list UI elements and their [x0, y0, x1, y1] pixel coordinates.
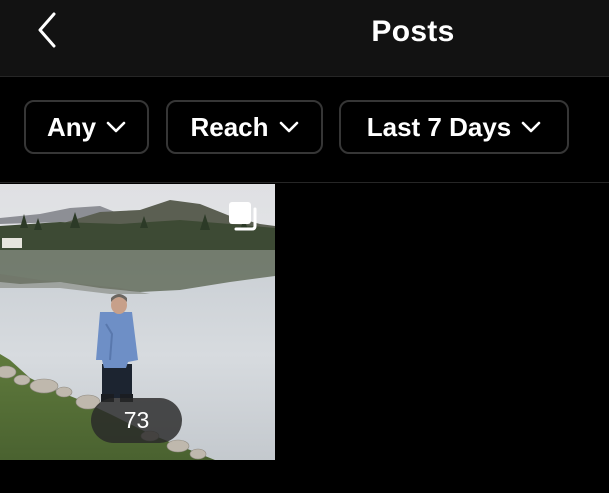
post-metric-count: 73: [91, 398, 182, 443]
chevron-down-icon: [521, 121, 541, 133]
chevron-down-icon: [279, 121, 298, 133]
filter-date-range-label: Last 7 Days: [366, 112, 512, 142]
filter-any-dropdown[interactable]: Any: [24, 100, 149, 154]
top-bar: Posts: [0, 0, 609, 77]
filter-reach-label: Reach: [190, 112, 269, 142]
chevron-left-icon: [38, 12, 56, 48]
back-button[interactable]: [30, 10, 64, 50]
filter-date-range-dropdown[interactable]: Last 7 Days: [339, 100, 569, 154]
page-title: Posts: [371, 15, 455, 48]
filter-bar: Any Reach Last 7 Days: [0, 77, 609, 183]
carousel-icon: [229, 202, 257, 231]
post-metric-value: 73: [123, 407, 150, 433]
filter-any-label: Any: [46, 112, 97, 142]
filter-reach-dropdown[interactable]: Reach: [166, 100, 323, 154]
chevron-down-icon: [106, 121, 126, 133]
